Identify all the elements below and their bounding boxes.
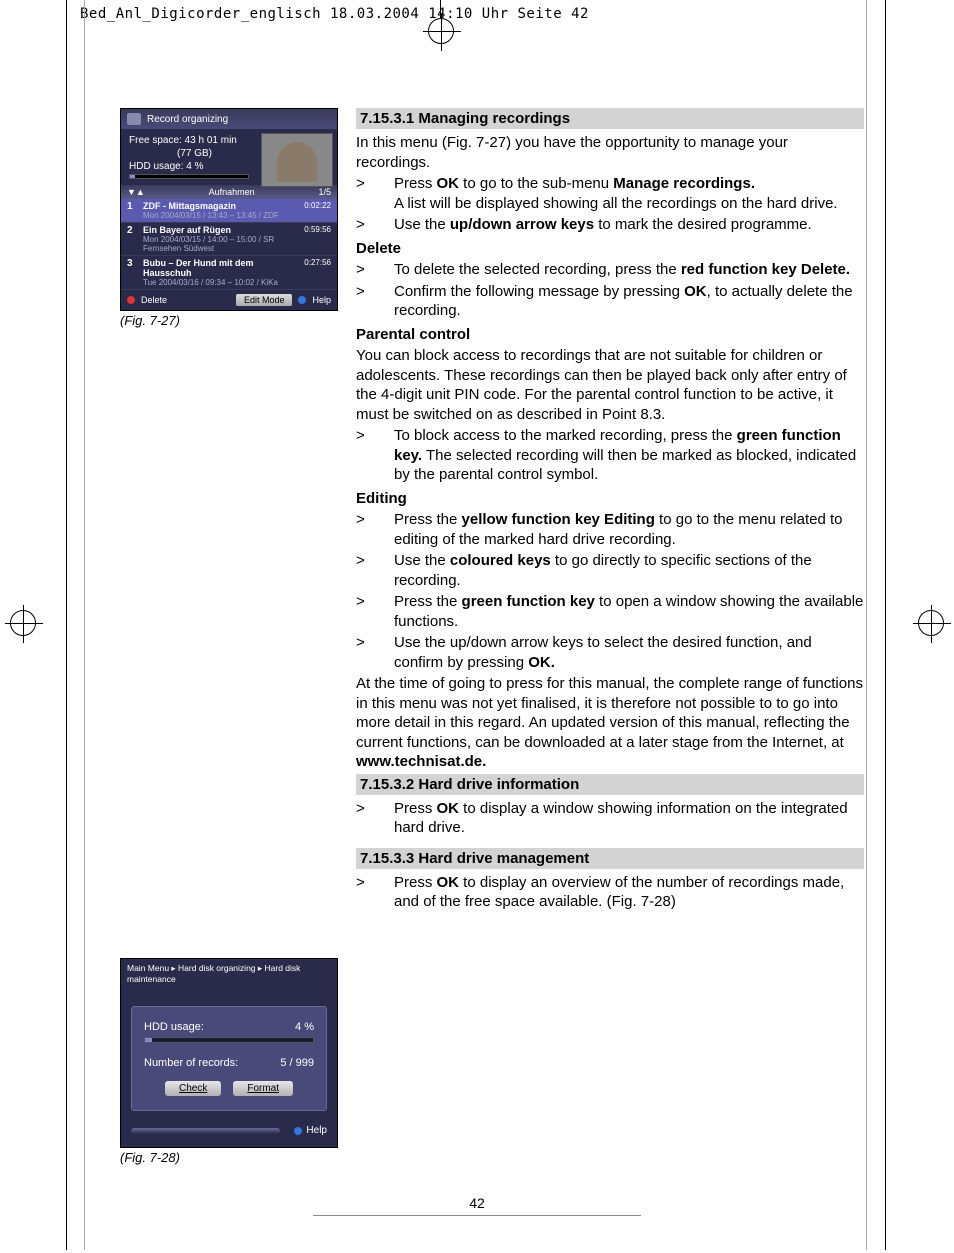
- hdd-usage-value: 4 %: [295, 1021, 314, 1033]
- usage-bar: [144, 1037, 314, 1043]
- usage-bar: [129, 174, 249, 179]
- list-item: >Use the coloured keys to go directly to…: [356, 551, 864, 590]
- body-text: You can block access to recordings that …: [356, 346, 864, 424]
- help-button[interactable]: Help: [306, 1125, 327, 1136]
- breadcrumb: Main Menu ▸ Hard disk organizing ▸ Hard …: [121, 959, 337, 988]
- fig27-bottom-bar: Delete Edit Mode Help: [121, 290, 337, 310]
- list-item: >Use the up/down arrow keys to select th…: [356, 633, 864, 672]
- list-item: >Press OK to display an overview of the …: [356, 873, 864, 912]
- row-meta: Mon 2004/03/15 / 13:43 – 13:45 / ZDF: [143, 211, 293, 220]
- row-title: Bubu – Der Hund mit dem Hausschuh: [143, 258, 293, 278]
- records-value: 5 / 999: [280, 1057, 314, 1069]
- row-duration: 0:27:56: [299, 258, 331, 287]
- section-heading: 7.15.3.2 Hard drive information: [356, 774, 864, 795]
- blue-dot-icon: [298, 296, 306, 304]
- section-heading: 7.15.3.3 Hard drive management: [356, 848, 864, 869]
- free-space-sub: (77 GB): [177, 148, 212, 159]
- list-item: >Press OK to go to the sub-menu Manage r…: [356, 174, 864, 213]
- scroll-bar: [131, 1128, 280, 1134]
- sidebar: Record organizing Free space: 43 h 01 mi…: [120, 108, 338, 1165]
- row-num: 3: [127, 258, 137, 287]
- fig27-titlebar: Record organizing: [121, 109, 337, 129]
- delete-button[interactable]: Delete: [141, 295, 167, 305]
- recording-row[interactable]: 3 Bubu – Der Hund mit dem HausschuhTue 2…: [121, 256, 337, 290]
- page-content: Record organizing Free space: 43 h 01 mi…: [0, 108, 954, 1165]
- row-num: 2: [127, 225, 137, 253]
- list-item: >Press the yellow function key Editing t…: [356, 510, 864, 549]
- sub-heading: Editing: [356, 489, 864, 509]
- list-item: >Press OK to display a window showing in…: [356, 799, 864, 838]
- sub-heading: Parental control: [356, 325, 864, 345]
- fig27-title: Record organizing: [147, 114, 228, 125]
- hdd-icon: [127, 113, 141, 125]
- list-item: >To block access to the marked recording…: [356, 426, 864, 485]
- free-space-label: Free space:: [129, 135, 182, 146]
- body-text: In this menu (Fig. 7-27) you have the op…: [356, 133, 864, 172]
- body-text: At the time of going to press for this m…: [356, 674, 864, 772]
- hdd-usage-label: HDD usage:: [144, 1021, 204, 1033]
- list-item: >Use the up/down arrow keys to mark the …: [356, 215, 864, 235]
- fig27-caption: (Fig. 7-27): [120, 313, 338, 328]
- list-item: >To delete the selected recording, press…: [356, 260, 864, 280]
- video-preview: [261, 133, 333, 187]
- blue-dot-icon: [294, 1127, 302, 1135]
- fig27-info: Free space: 43 h 01 min (77 GB) HDD usag…: [121, 129, 337, 185]
- help-button[interactable]: Help: [312, 295, 331, 305]
- section-heading: 7.15.3.1 Managing recordings: [356, 108, 864, 129]
- row-duration: 0:02:22: [299, 201, 331, 220]
- row-duration: 0:59:56: [299, 225, 331, 253]
- row-meta: Mon 2004/03/15 / 14:00 – 15:00 / SR Fern…: [143, 235, 293, 253]
- fig28-caption: (Fig. 7-28): [120, 1150, 338, 1165]
- list-count: 1/5: [318, 187, 331, 197]
- list-item: >Confirm the following message by pressi…: [356, 282, 864, 321]
- row-title: ZDF - Mittagsmagazin: [143, 201, 293, 211]
- fig27-list-header: ▼▲ Aufnahmen 1/5: [121, 185, 337, 199]
- figure-7-27: Record organizing Free space: 43 h 01 mi…: [120, 108, 338, 311]
- list-header-label: Aufnahmen: [209, 187, 255, 197]
- free-space-value: 43 h 01 min: [185, 135, 237, 146]
- edit-mode-button[interactable]: Edit Mode: [236, 294, 293, 306]
- records-label: Number of records:: [144, 1057, 238, 1069]
- recording-row[interactable]: 1 ZDF - MittagsmagazinMon 2004/03/15 / 1…: [121, 199, 337, 223]
- row-num: 1: [127, 201, 137, 220]
- sub-heading: Delete: [356, 239, 864, 259]
- row-meta: Tue 2004/03/16 / 09:34 – 10:02 / KiKa: [143, 278, 293, 287]
- hdd-usage-label: HDD usage:: [129, 161, 183, 172]
- hdd-usage-value: 4 %: [186, 161, 203, 172]
- red-dot-icon: [127, 296, 135, 304]
- figure-7-28: Main Menu ▸ Hard disk organizing ▸ Hard …: [120, 958, 338, 1148]
- fig28-panel: HDD usage:4 % Number of records:5 / 999 …: [131, 1006, 327, 1111]
- recording-row[interactable]: 2 Ein Bayer auf RügenMon 2004/03/15 / 14…: [121, 223, 337, 256]
- main-column: 7.15.3.1 Managing recordings In this men…: [356, 108, 864, 1165]
- sort-icons: ▼▲: [127, 187, 145, 197]
- format-button[interactable]: Format: [233, 1081, 293, 1096]
- row-title: Ein Bayer auf Rügen: [143, 225, 293, 235]
- check-button[interactable]: Check: [165, 1081, 221, 1096]
- list-item: >Press the green function key to open a …: [356, 592, 864, 631]
